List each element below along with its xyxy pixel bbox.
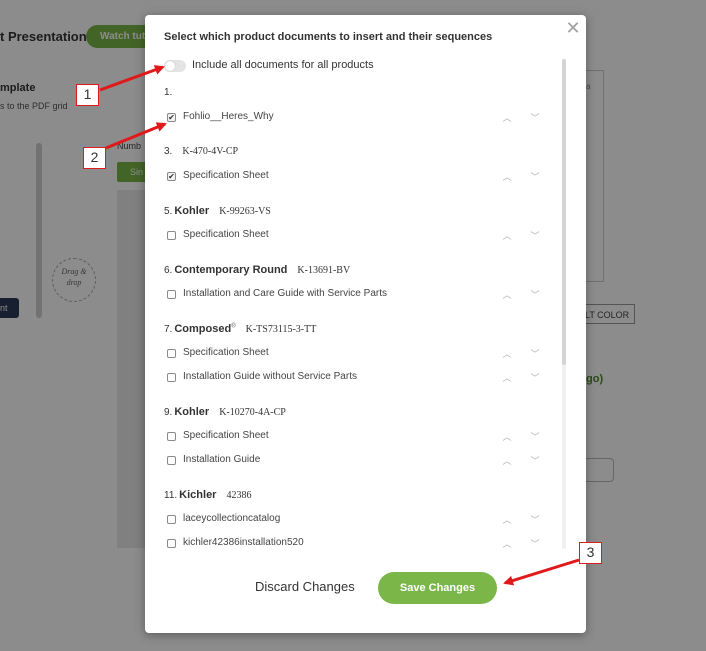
document-label: Specification Sheet	[183, 430, 269, 441]
move-down-icon[interactable]: ﹀	[529, 111, 541, 125]
product-sku: 42386	[226, 490, 252, 501]
product-group-header: 5. Kohler K-99263-VS	[164, 205, 271, 219]
modal-heading: Select which product documents to insert…	[164, 31, 493, 43]
close-icon[interactable]: ✕	[564, 18, 582, 38]
insert-documents-modal: ✕ Select which product documents to inse…	[145, 15, 586, 633]
save-changes-button[interactable]: Save Changes	[378, 572, 497, 604]
document-label: laceycollectioncatalog	[183, 513, 281, 524]
include-all-label: Include all documents for all products	[192, 59, 374, 71]
annotation-label-1: 1	[76, 84, 99, 106]
product-group-header: 3. K-470-4V-CP	[164, 146, 238, 160]
document-row[interactable]: Installation Guide without Service Parts…	[167, 371, 542, 385]
product-sku: K-10270-4A-CP	[219, 407, 286, 418]
document-label: Installation and Care Guide with Service…	[183, 288, 387, 299]
document-row[interactable]: Installation and Care Guide with Service…	[167, 288, 542, 302]
document-checkbox[interactable]: ✔	[167, 172, 176, 181]
product-group-header: 6. Contemporary Round K-13691-BV	[164, 264, 350, 278]
product-brand: Kichler	[179, 489, 217, 501]
document-row[interactable]: laceycollectioncatalog ︿ ﹀	[167, 513, 542, 527]
move-up-icon[interactable]: ︿	[501, 513, 513, 527]
document-checkbox[interactable]	[167, 349, 176, 358]
product-group-header: 11. Kichler 42386	[164, 489, 251, 503]
product-sku: K-470-4V-CP	[182, 146, 239, 157]
document-checkbox[interactable]	[167, 515, 176, 524]
document-label: Installation Guide	[183, 454, 261, 465]
include-all-toggle[interactable]	[164, 60, 186, 72]
product-number: 7.	[164, 324, 173, 335]
product-number: 6.	[164, 265, 173, 276]
checkmark-icon: ✔	[168, 172, 175, 181]
annotation-label-2: 2	[83, 147, 106, 169]
move-up-icon[interactable]: ︿	[501, 347, 513, 361]
product-brand: Contemporary Round	[174, 264, 288, 276]
document-checkbox[interactable]	[167, 456, 176, 465]
product-sku: K-TS73115-3-TT	[245, 324, 317, 335]
document-row[interactable]: ✔ Fohlio__Heres_Why ︿ ﹀	[167, 111, 542, 125]
document-label: Specification Sheet	[183, 347, 269, 358]
document-label: Specification Sheet	[183, 170, 269, 181]
move-up-icon[interactable]: ︿	[501, 170, 513, 184]
move-up-icon[interactable]: ︿	[501, 537, 513, 551]
move-down-icon[interactable]: ﹀	[529, 170, 541, 184]
product-number: 3.	[164, 146, 173, 157]
move-up-icon[interactable]: ︿	[501, 111, 513, 125]
registered-mark: ®	[231, 323, 236, 330]
move-up-icon[interactable]: ︿	[501, 454, 513, 468]
product-brand: Kohler	[174, 406, 210, 418]
product-number: 11.	[164, 490, 178, 501]
include-all-toggle-row[interactable]: Include all documents for all products	[164, 59, 544, 75]
product-brand: Kohler	[174, 205, 210, 217]
toggle-knob	[165, 61, 175, 71]
discard-changes-button[interactable]: Discard Changes	[255, 579, 355, 594]
product-group-header: 9. Kohler K-10270-4A-CP	[164, 406, 286, 420]
move-down-icon[interactable]: ﹀	[529, 537, 541, 551]
move-up-icon[interactable]: ︿	[501, 288, 513, 302]
product-group-header: 7. Composed® K-TS73115-3-TT	[164, 323, 316, 337]
move-down-icon[interactable]: ﹀	[529, 229, 541, 243]
product-number: 9.	[164, 407, 173, 418]
document-checkbox[interactable]	[167, 290, 176, 299]
document-list: 1. ✔ Fohlio__Heres_Why ︿ ﹀ 3. K-470-4V-CP ✔ Spec…	[145, 87, 586, 562]
document-label: Fohlio__Heres_Why	[183, 111, 274, 122]
product-number: 1.	[164, 87, 173, 98]
product-group-header: 1.	[164, 87, 172, 101]
document-label: kichler42386installation520	[183, 537, 304, 548]
document-row[interactable]: Specification Sheet ︿ ﹀	[167, 430, 542, 444]
document-row[interactable]: kichler42386installation520 ︿ ﹀	[167, 537, 542, 551]
document-checkbox[interactable]: ✔	[167, 113, 176, 122]
move-down-icon[interactable]: ﹀	[529, 288, 541, 302]
document-row[interactable]: ✔ Specification Sheet ︿ ﹀	[167, 170, 542, 184]
product-number: 5.	[164, 206, 173, 217]
move-down-icon[interactable]: ﹀	[529, 347, 541, 361]
move-down-icon[interactable]: ﹀	[529, 371, 541, 385]
product-sku: K-13691-BV	[297, 265, 351, 276]
move-down-icon[interactable]: ﹀	[529, 513, 541, 527]
document-row[interactable]: Specification Sheet ︿ ﹀	[167, 229, 542, 243]
document-row[interactable]: Specification Sheet ︿ ﹀	[167, 347, 542, 361]
move-down-icon[interactable]: ﹀	[529, 430, 541, 444]
document-label: Installation Guide without Service Parts	[183, 371, 357, 382]
document-checkbox[interactable]	[167, 373, 176, 382]
product-brand: Composed	[174, 323, 232, 335]
document-row[interactable]: Installation Guide ︿ ﹀	[167, 454, 542, 468]
move-up-icon[interactable]: ︿	[501, 430, 513, 444]
document-checkbox[interactable]	[167, 432, 176, 441]
checkmark-icon: ✔	[168, 113, 175, 122]
annotation-label-3: 3	[579, 542, 602, 564]
document-checkbox[interactable]	[167, 231, 176, 240]
document-checkbox[interactable]	[167, 539, 176, 548]
move-down-icon[interactable]: ﹀	[529, 454, 541, 468]
product-sku: K-99263-VS	[219, 206, 271, 217]
move-up-icon[interactable]: ︿	[501, 229, 513, 243]
document-label: Specification Sheet	[183, 229, 269, 240]
move-up-icon[interactable]: ︿	[501, 371, 513, 385]
